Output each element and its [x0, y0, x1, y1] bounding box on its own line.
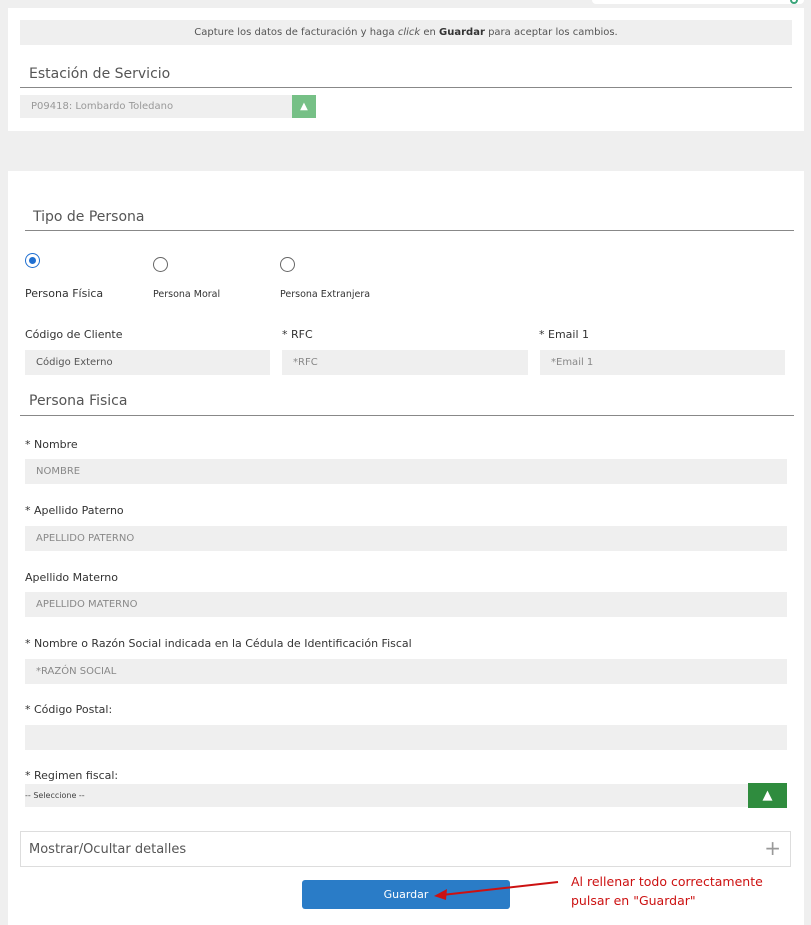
- annotation-text: Al rellenar todo correctamente pulsar en…: [571, 872, 763, 910]
- annotation-arrow-head: [434, 889, 447, 900]
- arrow-annotation-icon: [434, 881, 559, 900]
- annotation-arrow-line: [441, 881, 559, 896]
- annotation-line-1: Al rellenar todo correctamente: [571, 874, 763, 889]
- annotation-line-2: pulsar en "Guardar": [571, 893, 696, 908]
